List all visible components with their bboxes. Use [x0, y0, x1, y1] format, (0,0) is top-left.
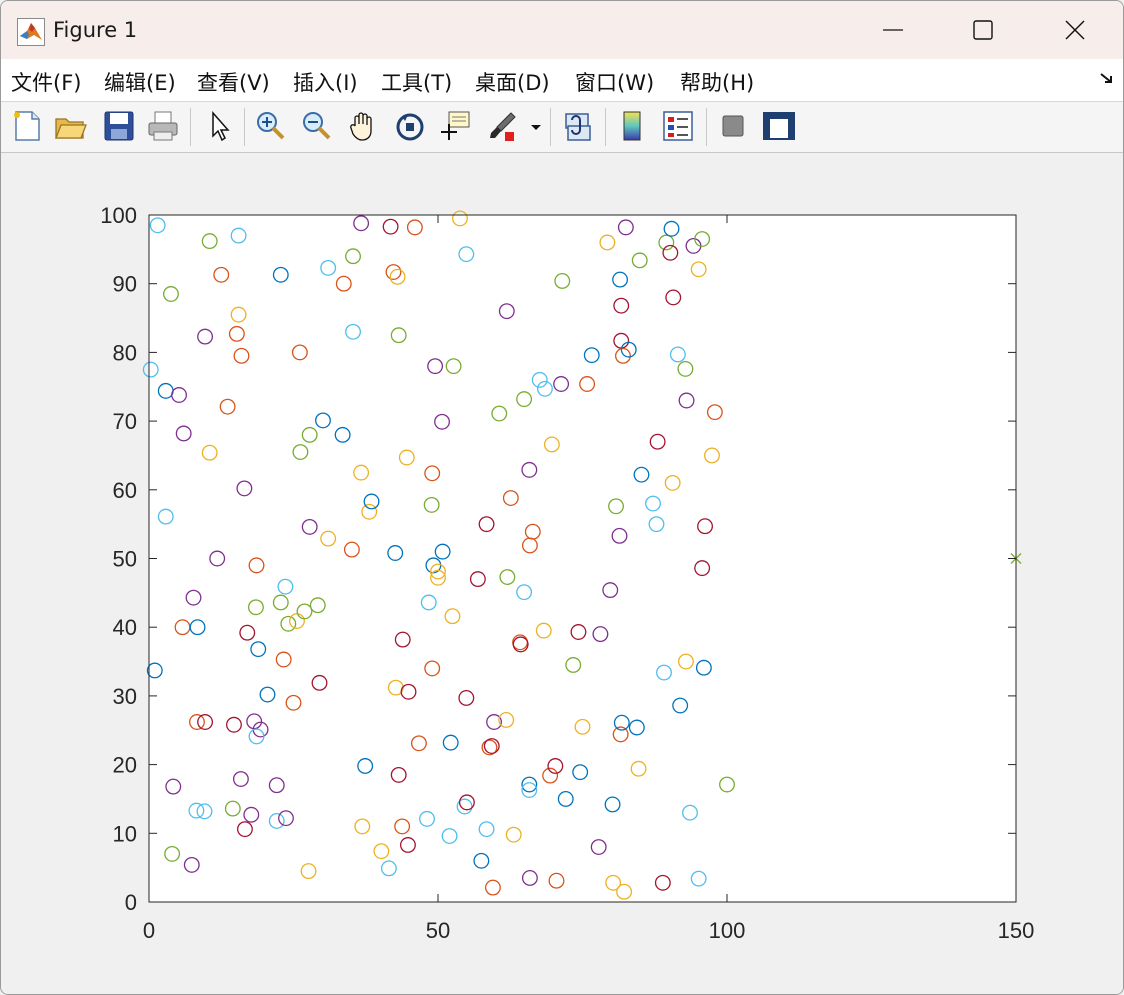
save-button[interactable]: [101, 108, 137, 144]
brush-button[interactable]: [485, 108, 521, 144]
x-tick-label: 150: [998, 918, 1035, 943]
hide-plot-tools-button[interactable]: [715, 108, 751, 144]
minimize-button[interactable]: [847, 1, 939, 59]
legend-button[interactable]: [660, 108, 696, 144]
menu-window[interactable]: 窗口(W): [575, 67, 654, 97]
edit-plot-button[interactable]: [203, 108, 239, 144]
toolbar-separator: [550, 108, 551, 146]
window-title: Figure 1: [53, 18, 138, 42]
zoom-in-icon: [257, 112, 285, 140]
new-figure-icon: [14, 111, 40, 141]
data-cursor-icon: [441, 111, 470, 140]
menu-edit[interactable]: 编辑(E): [104, 67, 176, 97]
new-figure-button[interactable]: [9, 108, 45, 144]
y-tick-label: 100: [100, 203, 137, 228]
maximize-button[interactable]: [937, 1, 1029, 59]
print-button[interactable]: [145, 108, 181, 144]
y-tick-label: 20: [113, 753, 137, 778]
y-tick-label: 40: [113, 615, 137, 640]
y-tick-label: 90: [113, 272, 137, 297]
y-tick-label: 50: [113, 547, 137, 572]
chevron-down-icon: [531, 125, 541, 130]
scatter-plot[interactable]: 0 50 100 150 0 10 20 30 40 50 60 70 80 90 100: [1, 153, 1123, 994]
data-cursor-button[interactable]: [437, 108, 473, 144]
maximize-icon: [973, 20, 993, 40]
y-tick-label: 10: [113, 821, 137, 846]
y-tick-label: 80: [113, 340, 137, 365]
toolbar-separator: [190, 108, 191, 146]
title-bar[interactable]: Figure 1: [1, 1, 1123, 59]
rotate-3d-button[interactable]: [392, 108, 428, 144]
zoom-in-button[interactable]: [253, 108, 289, 144]
axes-background[interactable]: [149, 215, 1016, 902]
save-icon: [104, 111, 134, 141]
x-tick-label: 50: [426, 918, 450, 943]
menu-tools[interactable]: 工具(T): [381, 67, 452, 97]
pan-icon: [350, 112, 372, 141]
close-button[interactable]: [1029, 1, 1121, 59]
x-tick-label: 0: [143, 918, 155, 943]
y-tick-label: 60: [113, 478, 137, 503]
menu-help[interactable]: 帮助(H): [680, 67, 754, 97]
link-plot-icon: [565, 113, 591, 141]
menu-bar: 文件(F) 编辑(E) 查看(V) 插入(I) 工具(T) 桌面(D) 窗口(W…: [1, 59, 1123, 102]
print-icon: [148, 111, 178, 141]
x-tick-label: 100: [709, 918, 746, 943]
matlab-icon: [17, 18, 45, 46]
figure-canvas[interactable]: 0 50 100 150 0 10 20 30 40 50 60 70 80 90 100: [1, 153, 1123, 994]
toolbar-separator: [605, 108, 606, 146]
colorbar-icon: [623, 111, 641, 141]
menu-desktop[interactable]: 桌面(D): [475, 67, 550, 97]
menu-view[interactable]: 查看(V): [197, 67, 270, 97]
brush-icon: [490, 112, 516, 141]
zoom-out-button[interactable]: [299, 108, 335, 144]
link-plot-button[interactable]: [560, 108, 596, 144]
menu-file[interactable]: 文件(F): [11, 67, 81, 97]
toolbar-separator: [244, 108, 245, 146]
hide-plot-tools-icon: [722, 115, 744, 137]
minimize-icon: [883, 29, 903, 31]
edit-plot-icon: [212, 111, 230, 142]
zoom-out-icon: [303, 112, 331, 140]
tool-bar: [1, 102, 1123, 153]
pan-button[interactable]: [346, 108, 382, 144]
show-plot-tools-icon: [763, 112, 795, 140]
dock-arrow-icon[interactable]: [1099, 71, 1115, 87]
close-icon: [1065, 20, 1085, 40]
rotate-3d-icon: [396, 113, 424, 141]
toolbar-separator: [706, 108, 707, 146]
figure-window: Figure 1 文件(F) 编辑(E) 查看(V) 插入(I) 工具(T) 桌…: [0, 0, 1124, 995]
brush-dropdown[interactable]: [529, 108, 543, 144]
y-tick-label: 0: [125, 890, 137, 915]
y-tick-label: 30: [113, 684, 137, 709]
legend-icon: [663, 111, 693, 141]
open-file-button[interactable]: [53, 108, 89, 144]
menu-insert[interactable]: 插入(I): [293, 67, 358, 97]
show-plot-tools-button[interactable]: [761, 108, 797, 144]
y-tick-label: 70: [113, 409, 137, 434]
colorbar-button[interactable]: [614, 108, 650, 144]
open-file-icon: [55, 118, 87, 139]
